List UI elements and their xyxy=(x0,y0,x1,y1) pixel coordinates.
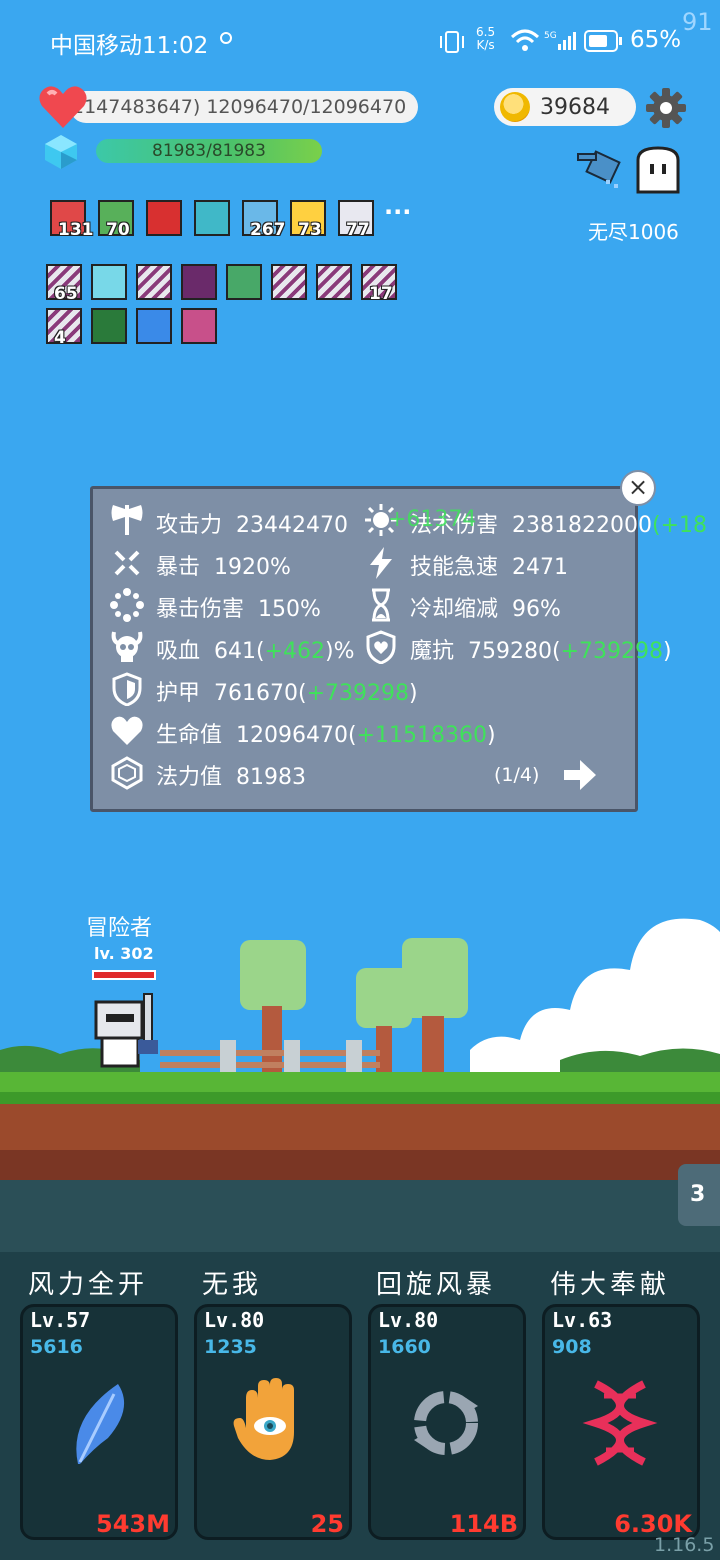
skill-level: Lv.80 xyxy=(378,1308,439,1332)
magnet-icon[interactable] xyxy=(146,200,182,236)
signal-5g-icon: 5G xyxy=(544,31,576,50)
skill-name: 回旋风暴 xyxy=(376,1270,497,1300)
battery-icon xyxy=(584,30,622,52)
grass-shadow xyxy=(0,1092,720,1104)
life-heart-icon xyxy=(111,716,143,745)
item-count: 65 xyxy=(54,284,78,304)
hero-level: lv. 302 xyxy=(94,944,154,963)
skill-name: 伟大奉献 xyxy=(550,1270,671,1300)
wave-number: 3 xyxy=(690,1182,706,1207)
next-page-arrow-icon[interactable] xyxy=(562,758,598,792)
skill-name: 无我 xyxy=(202,1270,263,1300)
stat-haste: 技能急速 2471 xyxy=(410,555,569,580)
version-label: 1.16.5 xyxy=(654,1534,715,1556)
item-count: 131 xyxy=(58,220,94,240)
fence xyxy=(160,1040,380,1074)
hourglass-icon xyxy=(372,588,390,622)
magic-damage-popup: +61374 xyxy=(388,507,477,532)
water xyxy=(0,1180,720,1252)
skill-value: 5616 xyxy=(30,1336,83,1358)
scroll-icon[interactable] xyxy=(316,264,352,300)
stat-armor: 护甲 761670(+739298) xyxy=(156,681,418,706)
item-count: 267 xyxy=(250,220,286,240)
carrier-time: 中国移动11:02 xyxy=(50,33,209,59)
stat-attack: 攻击力 23442470 xyxy=(156,513,348,538)
dirt-dark xyxy=(0,1150,720,1180)
tiktok-icon xyxy=(220,32,232,44)
demon-icon[interactable] xyxy=(181,264,217,300)
dna-icon xyxy=(580,1378,660,1472)
stat-mana: 法力值 81983 xyxy=(156,765,307,790)
skill-level: Lv.80 xyxy=(204,1308,265,1332)
skill-upgrade-cost: 114B xyxy=(449,1510,518,1538)
settings-gear-icon[interactable] xyxy=(646,88,686,128)
skill-value: 1235 xyxy=(204,1336,257,1358)
item-count: 77 xyxy=(346,220,370,240)
crit-icon xyxy=(114,550,140,576)
eye-hand-icon xyxy=(232,1378,312,1472)
skill-value: 1660 xyxy=(378,1336,431,1358)
ghost-icon[interactable] xyxy=(226,264,262,300)
skill-upgrade-cost: 543M xyxy=(96,1510,170,1538)
svg-text:5G: 5G xyxy=(544,31,557,41)
skill-name: 风力全开 xyxy=(28,1270,149,1300)
mana-gem-icon xyxy=(45,135,77,169)
item-count: 70 xyxy=(106,220,130,240)
stat-hp: 生命值 12096470(+11518360) xyxy=(156,723,496,748)
battery-percent: 65% xyxy=(630,27,682,53)
frost-icon[interactable] xyxy=(136,308,172,344)
gold-amount: 39684 xyxy=(540,95,610,120)
wifi-icon xyxy=(510,29,540,51)
page-indicator: (1/4) xyxy=(494,764,540,786)
close-button[interactable]: × xyxy=(620,470,656,506)
skill-level: Lv.57 xyxy=(30,1308,91,1332)
stat-crit: 暴击 1920% xyxy=(156,555,291,580)
hp-text: 2147483647) 12096470/12096470 xyxy=(72,96,407,118)
stat-crit-damage: 暴击伤害 150% xyxy=(156,597,321,622)
cycle-arrows-icon xyxy=(406,1378,486,1472)
endless-mode-label[interactable]: 无尽1006 xyxy=(588,216,679,245)
mana-text: 81983/81983 xyxy=(152,141,266,161)
feather-icon xyxy=(58,1378,138,1472)
more-items-icon[interactable]: ··· xyxy=(384,198,411,226)
vibrate-icon xyxy=(440,31,464,53)
knight-hero-sprite[interactable] xyxy=(92,992,164,1072)
ghost-pet-icon[interactable] xyxy=(634,146,682,194)
skill-upgrade-cost: 25 xyxy=(310,1510,344,1538)
axe-icon xyxy=(111,505,143,535)
lightning-icon xyxy=(370,547,392,579)
scroll-icon[interactable] xyxy=(271,264,307,300)
hero-hp-bar xyxy=(92,970,156,980)
shield-heart-icon xyxy=(366,630,396,664)
scroll-icon[interactable] xyxy=(136,264,172,300)
heart-icon xyxy=(39,86,87,128)
skill-level: Lv.63 xyxy=(552,1308,613,1332)
crit-damage-icon xyxy=(110,588,144,622)
crystal-icon xyxy=(111,756,143,790)
item-count: 4 xyxy=(54,328,66,348)
bulb-icon[interactable] xyxy=(91,264,127,300)
stat-magic-resist: 魔抗 759280(+739298) xyxy=(410,639,672,664)
net-speed: 6.5 K/s xyxy=(476,25,496,52)
coin-icon xyxy=(500,92,530,122)
magnifier-icon[interactable] xyxy=(194,200,230,236)
skill-value: 908 xyxy=(552,1336,592,1358)
stat-lifesteal: 吸血 641(+462)% xyxy=(156,639,355,664)
corner-number: 91 xyxy=(682,8,713,36)
crown-icon[interactable] xyxy=(181,308,217,344)
hero-name: 冒险者 xyxy=(86,916,153,941)
skull-horns-icon xyxy=(111,631,143,662)
rune-icon[interactable] xyxy=(91,308,127,344)
stat-cooldown: 冷却缩减 96% xyxy=(410,597,561,622)
item-count: 73 xyxy=(298,220,322,240)
shield-icon xyxy=(112,672,142,706)
item-count: 17 xyxy=(369,284,393,304)
watering-can-icon[interactable] xyxy=(576,146,632,194)
